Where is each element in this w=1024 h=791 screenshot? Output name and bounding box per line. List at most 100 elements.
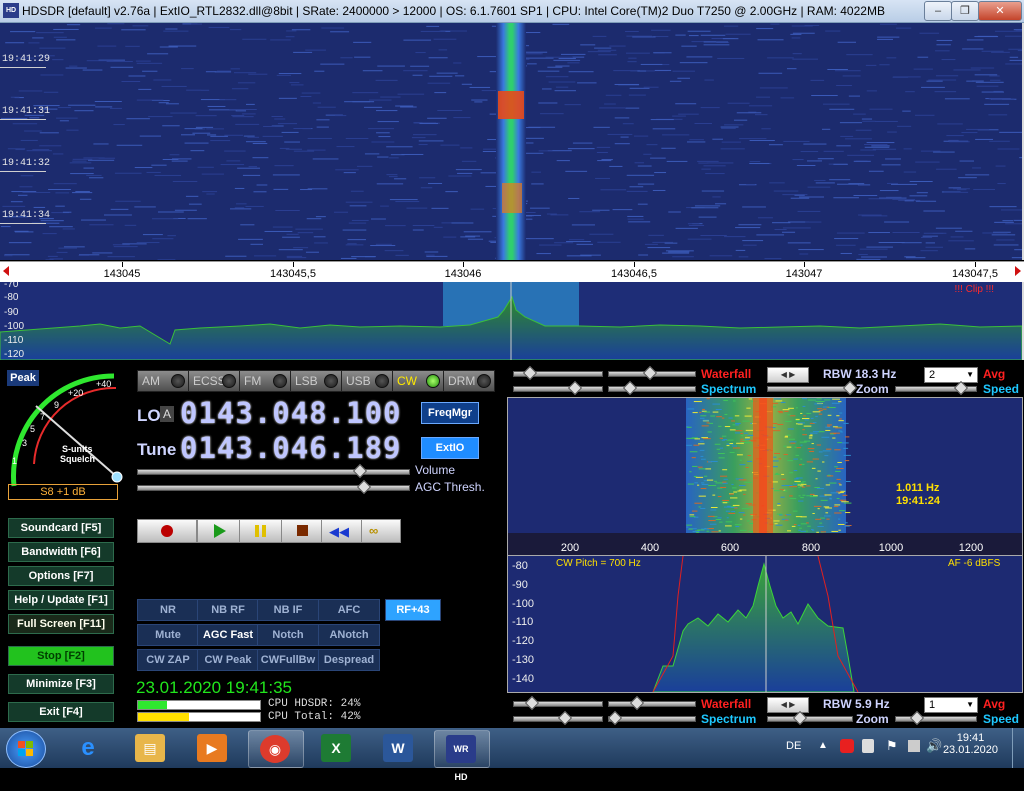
- device-tray-icon[interactable]: [862, 739, 874, 753]
- audio-db-label: -140: [512, 673, 534, 685]
- rewind-icon: ◀◀: [329, 524, 349, 540]
- explorer-icon: ▤: [135, 734, 165, 762]
- cw-peak-button[interactable]: CW Peak: [197, 649, 259, 671]
- volume-tray-icon[interactable]: 🔊: [926, 738, 942, 754]
- stop-button[interactable]: Stop [F2]: [8, 646, 114, 666]
- options-button[interactable]: Options [F7]: [8, 566, 114, 586]
- hdsdr-icon: WR HD: [446, 735, 476, 763]
- waterfall-time-label: 19:41:32: [2, 158, 50, 169]
- notch-button[interactable]: Notch: [257, 624, 319, 646]
- mode-lsb-button[interactable]: LSB: [290, 370, 342, 392]
- lo-vfo-tag[interactable]: A: [160, 406, 174, 422]
- speed-slider[interactable]: [895, 716, 977, 722]
- nb-if-button[interactable]: NB IF: [257, 599, 319, 621]
- mode-usb-button[interactable]: USB: [341, 370, 393, 392]
- cw-zap-button[interactable]: CW ZAP: [137, 649, 199, 671]
- nr-button[interactable]: NR: [137, 599, 199, 621]
- tune-frequency[interactable]: 0143.046.189: [180, 431, 402, 465]
- mode-drm-button[interactable]: DRM: [443, 370, 495, 392]
- play-button[interactable]: [197, 519, 243, 543]
- start-button[interactable]: [6, 730, 46, 768]
- loop-icon: ∞: [369, 523, 378, 538]
- tray-date: 23.01.2020: [943, 744, 998, 756]
- acrobat-tray-icon[interactable]: [840, 739, 854, 753]
- full-screen-button[interactable]: Full Screen [F11]: [8, 614, 114, 634]
- lo-frequency[interactable]: 0143.048.100: [180, 396, 402, 430]
- frequency-scale[interactable]: 143045 143045,5 143046 143046,5 143047 1…: [0, 261, 1024, 282]
- taskbar-explorer[interactable]: ▤: [124, 730, 178, 766]
- rf-waterfall-canvas: [0, 23, 1022, 260]
- maximize-button[interactable]: ❐: [951, 1, 979, 21]
- audio-spectrum[interactable]: CW Pitch = 700 Hz AF -6 dBFS -80 -90 -10…: [507, 555, 1023, 693]
- cw-pitch-label: CW Pitch = 700 Hz: [556, 558, 641, 569]
- audio-spectrum-canvas: [508, 556, 1022, 692]
- mode-am-button[interactable]: AM: [137, 370, 189, 392]
- taskbar-excel[interactable]: X: [310, 730, 364, 766]
- taskbar-media-player[interactable]: ▶: [186, 730, 240, 766]
- mode-label: CW: [397, 374, 417, 388]
- audio-db-label: -100: [512, 598, 534, 610]
- record-button[interactable]: [137, 519, 197, 543]
- minimize-button[interactable]: –: [924, 1, 952, 21]
- mode-cw-button[interactable]: CW: [392, 370, 444, 392]
- avg-select[interactable]: 1▼: [924, 697, 978, 713]
- close-button[interactable]: ✕: [978, 1, 1022, 21]
- nb-rf-button[interactable]: NB RF: [197, 599, 259, 621]
- scroll-right-arrow-icon[interactable]: [1015, 266, 1021, 276]
- rf-waterfall[interactable]: 19:41:29 19:41:31 19:41:32 19:41:34: [0, 23, 1024, 260]
- freqmgr-button[interactable]: FreqMgr: [421, 402, 479, 424]
- waterfall-time-label: 19:41:34: [2, 210, 50, 221]
- taskbar-chrome[interactable]: ◉: [248, 730, 304, 768]
- rbw-arrows[interactable]: ◀ ▶: [767, 697, 809, 713]
- minimize-app-button[interactable]: Minimize [F3]: [8, 674, 114, 694]
- avg-label: Avg: [983, 697, 1005, 711]
- audio-axis-label: 1000: [879, 542, 903, 554]
- mode-ecss-button[interactable]: ECSS: [188, 370, 240, 392]
- taskbar-hdsdr[interactable]: WR HD: [434, 730, 490, 768]
- loop-button[interactable]: ∞: [361, 519, 401, 543]
- rf-spectrum[interactable]: -70 -80 -90 -100 -110 -120 !!! Clip !!!: [0, 282, 1024, 360]
- spectrum-level-slider[interactable]: [513, 386, 603, 392]
- rf-gain-button[interactable]: RF+43: [385, 599, 441, 621]
- show-desktop-button[interactable]: [1012, 728, 1024, 768]
- avg-select[interactable]: 2▼: [924, 367, 978, 383]
- zoom-slider[interactable]: [767, 716, 853, 722]
- af-level-label: AF -6 dBFS: [948, 558, 1000, 569]
- rbw-arrows[interactable]: ◀ ▶: [767, 367, 809, 383]
- cpu-hdsdr-bar-fill: [138, 701, 167, 709]
- action-center-flag-icon[interactable]: ⚑: [886, 738, 898, 754]
- anotch-button[interactable]: ANotch: [318, 624, 380, 646]
- taskbar-ie[interactable]: e: [62, 730, 116, 766]
- agc-fast-button[interactable]: AGC Fast: [197, 624, 259, 646]
- network-tray-icon[interactable]: [908, 740, 920, 752]
- spectrum-contrast-slider[interactable]: [608, 386, 696, 392]
- pause-icon: [255, 525, 259, 537]
- rbw-label: RBW 18.3 Hz: [823, 367, 896, 381]
- afc-button[interactable]: AFC: [318, 599, 380, 621]
- language-indicator[interactable]: DE: [786, 740, 801, 752]
- volume-slider[interactable]: [137, 469, 410, 475]
- zoom-slider[interactable]: [767, 386, 853, 392]
- taskbar-word[interactable]: W: [372, 730, 426, 766]
- waterfall-contrast-slider[interactable]: [608, 701, 696, 707]
- exit-button[interactable]: Exit [F4]: [8, 702, 114, 722]
- s-scale-label: 5: [30, 424, 35, 434]
- bandwidth-button[interactable]: Bandwidth [F6]: [8, 542, 114, 562]
- help-update-button[interactable]: Help / Update [F1]: [8, 590, 114, 610]
- wf-readout-freq: 1.011 Hz: [896, 482, 939, 494]
- chevron-down-icon: ▼: [962, 368, 974, 382]
- despread-button[interactable]: Despread: [318, 649, 380, 671]
- tray-clock[interactable]: 19:41 23.01.2020: [943, 732, 998, 756]
- avg-label: Avg: [983, 367, 1005, 381]
- cw-fullbw-button[interactable]: CWFullBw: [257, 649, 319, 671]
- peak-button[interactable]: Peak: [7, 370, 39, 386]
- soundcard-button[interactable]: Soundcard [F5]: [8, 518, 114, 538]
- extio-button[interactable]: ExtIO: [421, 437, 479, 459]
- mute-button[interactable]: Mute: [137, 624, 199, 646]
- pause-button[interactable]: [239, 519, 285, 543]
- audio-waterfall[interactable]: 1.011 Hz 19:41:24: [507, 397, 1023, 535]
- mode-fm-button[interactable]: FM: [239, 370, 291, 392]
- ie-icon: e: [73, 734, 103, 762]
- tray-expand-icon[interactable]: ▲: [818, 740, 828, 751]
- scroll-left-arrow-icon[interactable]: [3, 266, 9, 276]
